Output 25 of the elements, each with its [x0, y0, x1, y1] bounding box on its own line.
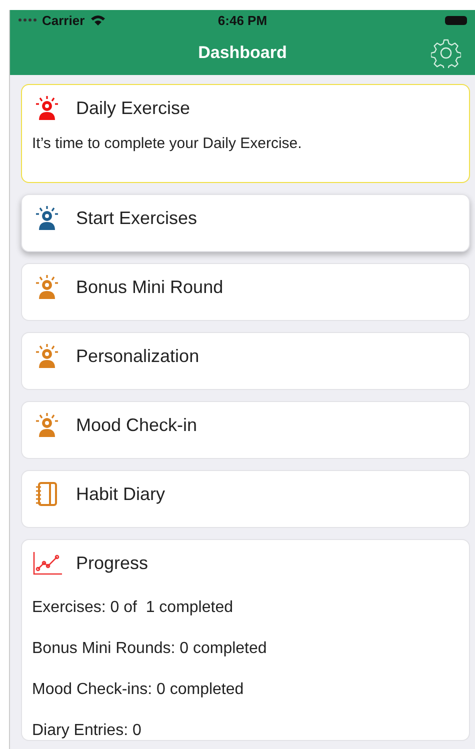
- task-card[interactable]: Personalization: [21, 332, 470, 390]
- signal-icon: [18, 18, 38, 22]
- card-title: Personalization: [76, 346, 200, 366]
- card-title: Bonus Mini Round: [76, 276, 224, 298]
- card-title: Start Exercises: [76, 208, 198, 228]
- settings-icon[interactable]: [431, 38, 461, 68]
- wifi-icon: [90, 14, 106, 26]
- screen-title: Dashboard: [198, 42, 287, 62]
- task-card[interactable]: Habit Diary: [21, 470, 470, 528]
- progress-stat: Mood Check-ins: 0 completed: [32, 681, 245, 699]
- progress-stat: Diary Entries: 0: [32, 722, 142, 740]
- battery-icon: [445, 16, 467, 24]
- task-card[interactable]: Daily Exercise It’s time to complete your Daily Exercise.: [21, 84, 470, 183]
- task-card[interactable]: Bonus Mini Round: [21, 263, 470, 321]
- status-time: 6:46 PM: [218, 12, 268, 28]
- card-message: It’s time to complete your Daily Exercise.: [32, 135, 303, 152]
- progress-stat: Exercises: 0 of 1 completed: [32, 599, 234, 617]
- card-title: Progress: [76, 552, 148, 574]
- card-title: Habit Diary: [76, 484, 166, 504]
- carrier-label: Carrier: [42, 12, 85, 28]
- progress-stat: Bonus Mini Rounds: 0 completed: [32, 640, 268, 658]
- card-title: Mood Check-in: [76, 414, 198, 436]
- task-card[interactable]: Start Exercises: [21, 194, 470, 252]
- card-title: Daily Exercise: [76, 98, 190, 118]
- task-card[interactable]: Mood Check-in: [21, 401, 470, 459]
